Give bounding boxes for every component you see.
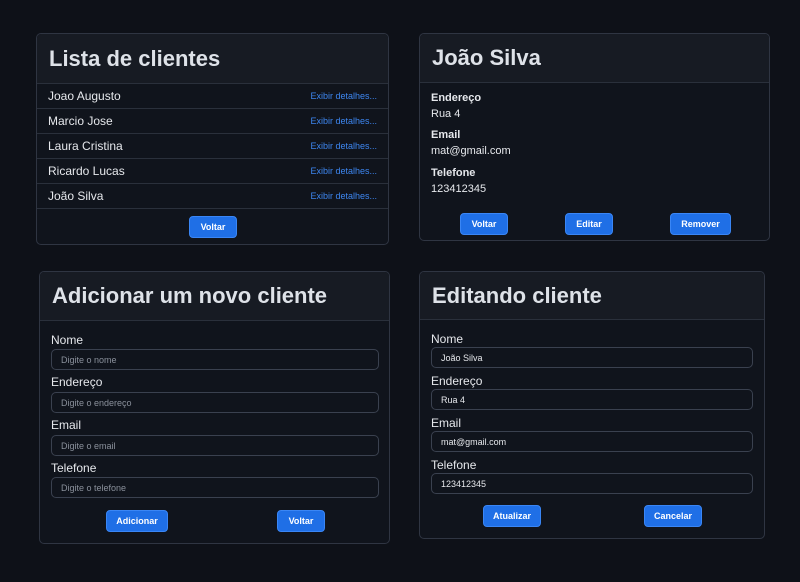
phone-input[interactable] [431,473,753,494]
address-label: Endereço [431,374,483,388]
list-item[interactable]: Laura Cristina Exibir detalhes... [37,134,388,159]
client-detail-title: João Silva [432,45,541,70]
back-button[interactable]: Voltar [189,216,237,238]
add-button[interactable]: Adicionar [106,510,168,532]
add-client-title: Adicionar um novo cliente [52,283,328,308]
address-input[interactable] [51,392,379,413]
show-details-link[interactable]: Exibir detalhes... [310,141,377,151]
email-label: Email [431,129,461,141]
update-button[interactable]: Atualizar [483,505,541,527]
phone-label: Telefone [51,461,97,475]
edit-button[interactable]: Editar [565,213,613,235]
remove-button[interactable]: Remover [670,213,731,235]
phone-input[interactable] [51,477,379,498]
client-name: João Silva [48,189,104,203]
email-label: Email [431,416,462,430]
address-input[interactable] [431,389,753,410]
show-details-link[interactable]: Exibir detalhes... [310,166,377,176]
client-name: Ricardo Lucas [48,164,125,178]
client-list-header: Lista de clientes [37,34,388,84]
phone-label: Telefone [431,458,477,472]
edit-client-header: Editando cliente [420,272,764,320]
client-detail-card: João Silva Endereço Rua 4 Email mat@gmai… [419,33,770,241]
name-label: Nome [431,332,464,346]
show-details-link[interactable]: Exibir detalhes... [310,91,377,101]
email-input[interactable] [431,431,753,452]
address-label: Endereço [51,375,103,389]
client-list-title: Lista de clientes [49,45,221,71]
show-details-link[interactable]: Exibir detalhes... [310,191,377,201]
show-details-link[interactable]: Exibir detalhes... [310,116,377,126]
client-name: Marcio Jose [48,114,113,128]
list-item[interactable]: Ricardo Lucas Exibir detalhes... [37,159,388,184]
list-item[interactable]: João Silva Exibir detalhes... [37,184,388,209]
cancel-button[interactable]: Cancelar [644,505,702,527]
email-input[interactable] [51,435,379,456]
name-input[interactable] [51,349,379,370]
back-button[interactable]: Voltar [277,510,325,532]
phone-value: 123412345 [431,183,487,195]
client-list-card: Lista de clientes Joao Augusto Exibir de… [36,33,389,245]
list-item[interactable]: Joao Augusto Exibir detalhes... [37,84,388,109]
back-button[interactable]: Voltar [460,213,508,235]
edit-client-card: Editando cliente Nome Endereço Email Tel… [419,271,765,539]
client-name: Laura Cristina [48,139,123,153]
name-label: Nome [51,333,84,347]
phone-label: Telefone [431,167,476,179]
client-detail-header: João Silva [420,34,769,83]
edit-client-title: Editando cliente [432,282,602,308]
email-value: mat@gmail.com [431,145,511,157]
list-item[interactable]: Marcio Jose Exibir detalhes... [37,109,388,134]
add-client-header: Adicionar um novo cliente [40,272,389,321]
address-value: Rua 4 [431,108,461,120]
address-label: Endereço [431,92,482,104]
name-input[interactable] [431,347,753,368]
email-label: Email [51,418,82,432]
client-name: Joao Augusto [48,89,121,103]
add-client-card: Adicionar um novo cliente Nome Endereço … [39,271,390,544]
